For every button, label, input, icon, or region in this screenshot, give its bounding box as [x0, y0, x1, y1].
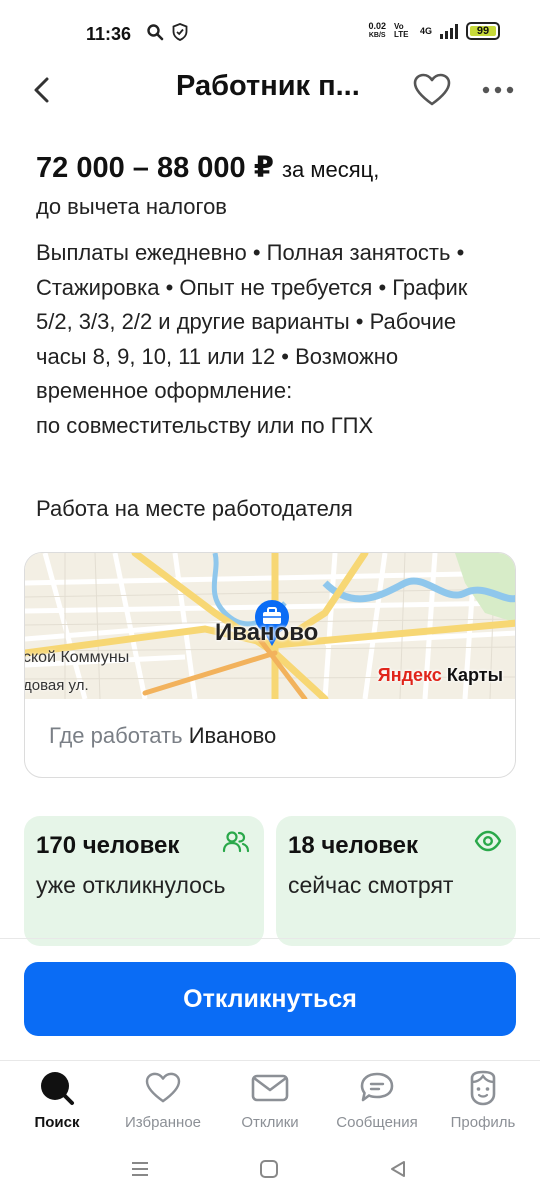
battery-level: 99: [476, 25, 490, 37]
map-street-label: довая ул.: [25, 677, 89, 694]
nav-item-responses[interactable]: Отклики: [215, 1070, 325, 1131]
volte-label: Vo LTE: [393, 22, 409, 39]
yandex-logo-text: Яндекс: [377, 665, 442, 685]
responded-count: 170 человек: [36, 832, 180, 859]
viewing-count: 18 человек: [288, 832, 419, 859]
salary: 72 000 – 88 000 ₽ за месяц,: [36, 150, 379, 185]
responded-stat-card: 170 человек уже откликнулось: [24, 816, 264, 946]
status-bar: 11:36 0.02 KB/S Vo LTE 4G 99: [0, 0, 540, 64]
people-icon: [222, 830, 250, 859]
system-back-button[interactable]: [378, 1154, 418, 1184]
bottom-navigation: Поиск Избранное Отклики Сообщения Профил…: [0, 1062, 540, 1140]
divider: [0, 1060, 540, 1061]
viewing-stat-card: 18 человек сейчас смотрят: [276, 816, 516, 946]
page-title: Работник п...: [176, 70, 360, 102]
conditions-tail: по совместительству или по ГПХ: [36, 412, 374, 438]
system-navigation-bar: [0, 1140, 540, 1200]
responded-text: уже откликнулось: [36, 872, 226, 898]
nav-label: Профиль: [450, 1114, 516, 1131]
favorite-button[interactable]: [410, 70, 454, 110]
back-button[interactable]: [22, 70, 62, 110]
workplace-type: Работа на месте работодателя: [36, 496, 353, 521]
menu-lines-icon: [132, 1162, 148, 1176]
salary-period: за месяц,: [281, 157, 380, 182]
heart-icon: [413, 73, 451, 106]
map-card[interactable]: Иваново ской Коммуны довая ул. Яндекс Ка…: [24, 552, 516, 778]
recent-apps-button[interactable]: [120, 1154, 160, 1184]
network-speed-value: 0.02: [368, 21, 386, 31]
nav-label: Сообщения: [336, 1114, 418, 1131]
status-right: 0.02 KB/S Vo LTE 4G 99: [368, 22, 500, 40]
nav-label: Избранное: [124, 1114, 202, 1131]
status-left-icons: [146, 23, 188, 41]
status-time: 11:36: [86, 24, 132, 44]
map-street-label: ской Коммуны: [25, 649, 130, 666]
battery-icon: 99: [466, 22, 500, 40]
nav-item-favorites[interactable]: Избранное: [108, 1070, 218, 1131]
app-header: Работник п...: [0, 60, 540, 140]
eye-icon: [474, 830, 502, 857]
work-location: Где работать Иваново: [49, 723, 276, 749]
network-type: 4G: [419, 26, 432, 36]
map-preview[interactable]: Иваново ской Коммуны довая ул. Яндекс Ка…: [25, 553, 515, 699]
chat-icon: [359, 1070, 395, 1106]
salary-note: до вычета налогов: [36, 194, 227, 219]
signal-icon: [440, 23, 458, 39]
map-city-label: Иваново: [215, 619, 319, 646]
conditions-text: Выплаты ежедневно • Полная занятость • С…: [36, 240, 468, 403]
envelope-icon: [251, 1070, 289, 1106]
apply-button[interactable]: Откликнуться: [24, 962, 516, 1036]
square-icon: [260, 1160, 278, 1178]
network-speed: 0.02 KB/S: [368, 22, 386, 40]
triangle-back-icon: [391, 1161, 405, 1177]
nav-item-search[interactable]: Поиск: [2, 1070, 112, 1131]
search-status-icon: [147, 24, 164, 41]
work-location-label: Где работать: [49, 723, 183, 748]
divider: [0, 938, 540, 939]
yandex-maps-logo: Яндекс Карты: [378, 665, 503, 686]
maps-logo-text: Карты: [446, 665, 503, 685]
back-arrow-icon: [34, 77, 49, 103]
nav-item-profile[interactable]: Профиль: [428, 1070, 538, 1131]
shield-status-icon: [172, 23, 188, 41]
viewing-text: сейчас смотрят: [288, 872, 454, 898]
nav-label: Поиск: [34, 1114, 80, 1131]
search-icon: [39, 1070, 75, 1106]
work-location-value: Иваново: [188, 723, 277, 748]
network-speed-unit: KB/S: [368, 32, 386, 39]
vacancy-conditions: Выплаты ежедневно • Полная занятость • С…: [36, 236, 506, 443]
heart-icon: [145, 1070, 181, 1106]
nav-label: Отклики: [241, 1114, 299, 1131]
home-button[interactable]: [249, 1154, 289, 1184]
more-button[interactable]: [476, 70, 520, 110]
nav-item-messages[interactable]: Сообщения: [322, 1070, 432, 1131]
profile-icon: [466, 1070, 500, 1106]
salary-range: 72 000 – 88 000 ₽: [36, 152, 274, 184]
more-dots-icon: [482, 86, 514, 94]
